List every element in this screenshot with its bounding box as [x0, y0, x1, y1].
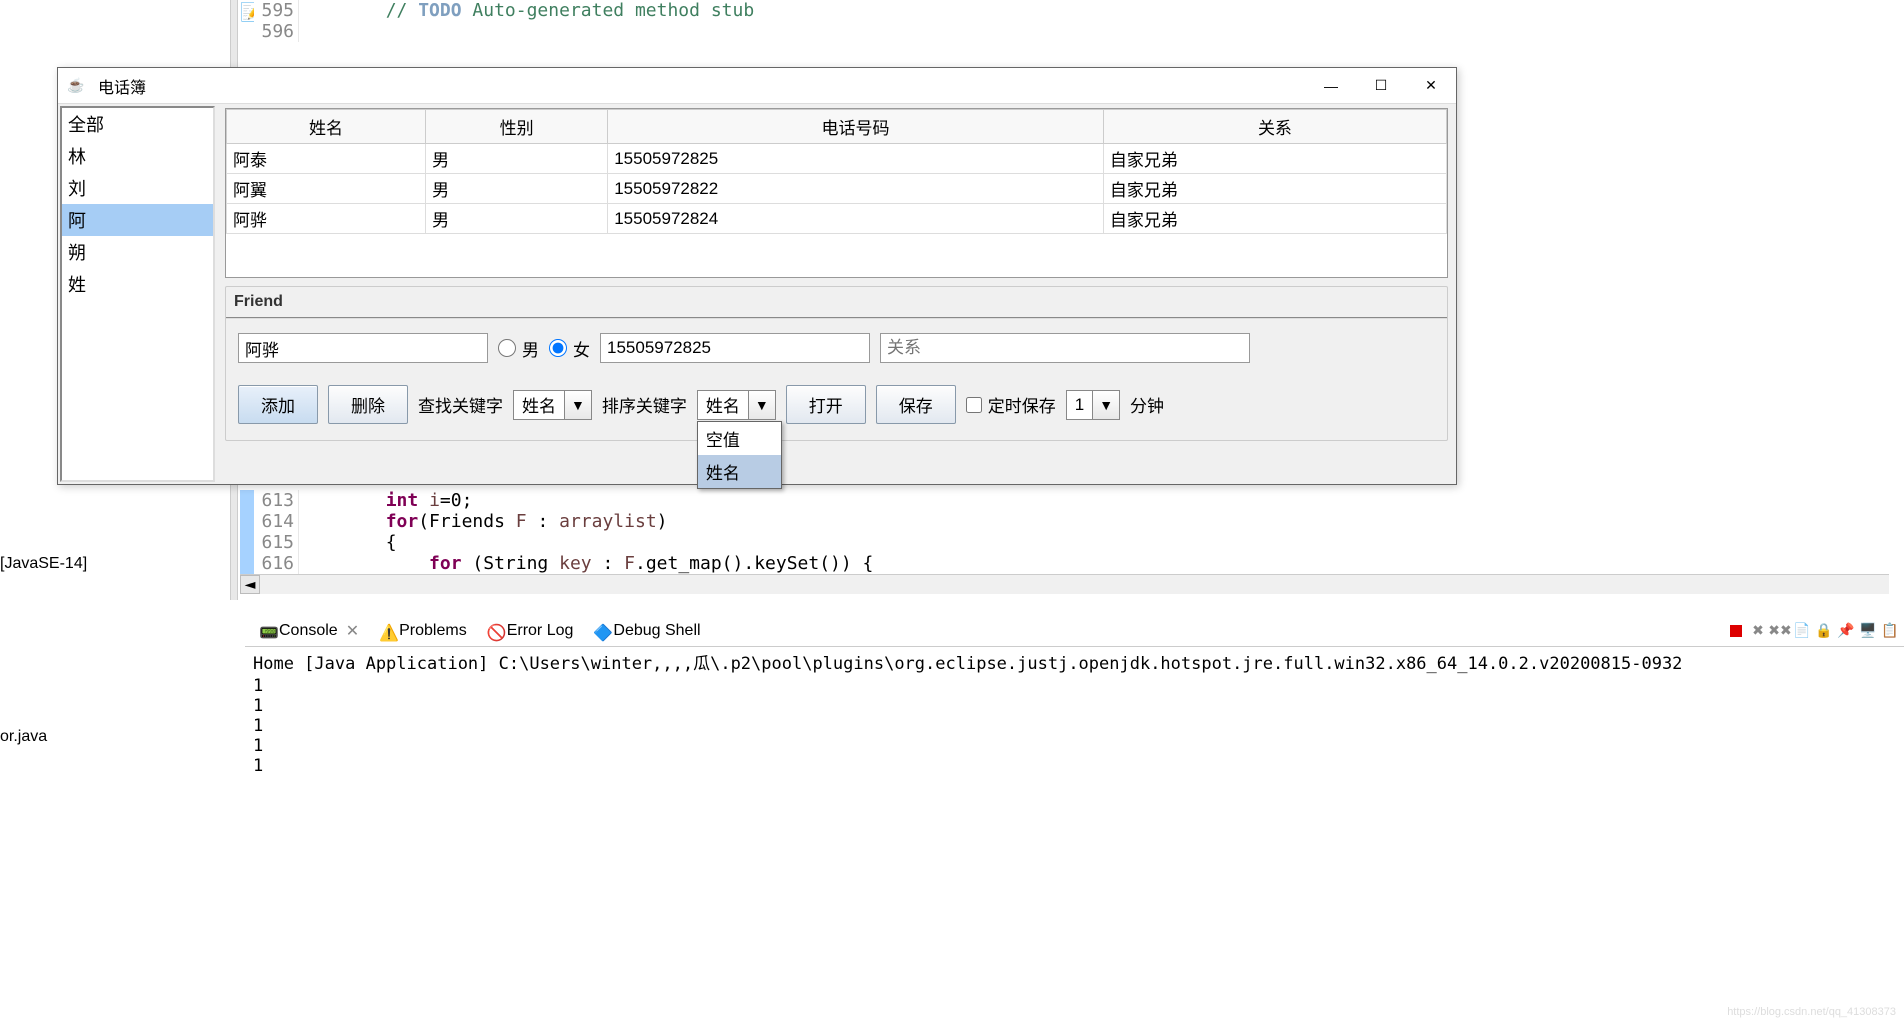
gender-female-radio[interactable] — [549, 339, 567, 357]
clear-console-icon[interactable]: 📄 — [1792, 621, 1812, 641]
col-phone[interactable]: 电话号码 — [608, 110, 1104, 144]
auto-save-label: 定时保存 — [988, 392, 1056, 417]
category-list[interactable]: 全部 林 刘 阿 朔 姓 — [60, 106, 215, 482]
watermark: https://blog.csdn.net/qq_41308373 — [1727, 1006, 1896, 1018]
minutes-combo[interactable]: 1 ▼ — [1066, 390, 1120, 420]
col-name[interactable]: 姓名 — [227, 110, 426, 144]
console-output-line: 1 — [245, 756, 1904, 776]
file-tab[interactable]: or.java — [0, 728, 47, 746]
error-log-icon: 🚫 — [487, 623, 503, 639]
search-label: 查找关键字 — [418, 392, 503, 417]
scroll-lock-icon[interactable]: 🔒 — [1814, 621, 1834, 641]
add-button[interactable]: 添加 — [238, 385, 318, 424]
line-number: 595 — [254, 0, 299, 21]
table-row[interactable]: 阿泰 男 15505972825 自家兄弟 — [227, 144, 1447, 174]
remove-all-icon[interactable]: ✖✖ — [1770, 621, 1790, 641]
phone-input[interactable] — [600, 333, 870, 363]
horizontal-scrollbar[interactable]: ◄ — [240, 574, 1889, 594]
close-button[interactable]: ✕ — [1406, 68, 1456, 104]
debug-shell-icon: 🔷 — [593, 623, 609, 639]
relation-input[interactable] — [880, 333, 1250, 363]
col-gender[interactable]: 性别 — [426, 110, 608, 144]
tree-item-jre[interactable]: [JavaSE-14] — [0, 555, 87, 573]
sidebar-item[interactable]: 朔 — [62, 236, 213, 268]
phonebook-dialog: ☕ 电话簿 — ☐ ✕ 全部 林 刘 阿 朔 姓 姓名 性别 — [57, 67, 1457, 485]
tab-problems[interactable]: ⚠️Problems — [369, 618, 477, 644]
pin-console-icon[interactable]: 📌 — [1836, 621, 1856, 641]
sort-dropdown: 空值 姓名 — [697, 421, 782, 489]
app-icon: ☕ — [66, 76, 86, 96]
name-input[interactable] — [238, 333, 488, 363]
close-icon[interactable]: ✕ — [346, 621, 359, 641]
col-relation[interactable]: 关系 — [1103, 110, 1446, 144]
dropdown-item-name[interactable]: 姓名 — [698, 455, 781, 488]
display-selected-icon[interactable]: 🖥️ — [1858, 621, 1878, 641]
tab-console[interactable]: 📟Console✕ — [249, 617, 369, 645]
maximize-button[interactable]: ☐ — [1356, 68, 1406, 104]
contacts-table[interactable]: 姓名 性别 电话号码 关系 阿泰 男 15505972825 自家兄弟 — [226, 109, 1447, 234]
minutes-label: 分钟 — [1130, 392, 1164, 417]
scroll-left-button[interactable]: ◄ — [240, 575, 260, 594]
line-number: 596 — [254, 21, 299, 42]
line-number: 615 — [254, 532, 299, 553]
open-console-icon[interactable]: 📋 — [1880, 621, 1900, 641]
tab-error-log[interactable]: 🚫Error Log — [477, 618, 584, 644]
minimize-button[interactable]: — — [1306, 68, 1356, 104]
window-title: 电话簿 — [94, 74, 1306, 98]
console-output-line: 1 — [245, 696, 1904, 716]
sort-combo[interactable]: 姓名 ▼ 空值 姓名 — [697, 390, 776, 420]
launch-config-text: Home [Java Application] C:\Users\winter,… — [245, 647, 1904, 676]
open-button[interactable]: 打开 — [786, 385, 866, 424]
console-panel: 📟Console✕ ⚠️Problems 🚫Error Log 🔷Debug S… — [245, 615, 1904, 776]
remove-launch-icon[interactable]: ✖ — [1748, 621, 1768, 641]
save-button[interactable]: 保存 — [876, 385, 956, 424]
tab-debug-shell[interactable]: 🔷Debug Shell — [583, 618, 710, 644]
auto-save-checkbox[interactable] — [966, 397, 982, 413]
console-icon: 📟 — [259, 623, 275, 639]
chevron-down-icon[interactable]: ▼ — [1092, 391, 1119, 419]
terminate-icon[interactable] — [1726, 621, 1746, 641]
table-row[interactable]: 阿骅 男 15505972824 自家兄弟 — [227, 204, 1447, 234]
code-editor[interactable]: 📝595 // TODO Auto-generated method stub … — [240, 0, 1904, 42]
sidebar-item[interactable]: 阿 — [62, 204, 213, 236]
sidebar-item[interactable]: 姓 — [62, 268, 213, 300]
console-output-line: 1 — [245, 716, 1904, 736]
code-editor-lower[interactable]: 613 int i=0; 614 for(Friends F : arrayli… — [240, 490, 1889, 594]
friend-panel: Friend 男 女 添加 删除 查找关键字 姓名 ▼ 排序关键字 — [225, 286, 1448, 441]
line-number: 616 — [254, 553, 299, 574]
dropdown-item-empty[interactable]: 空值 — [698, 422, 781, 455]
sort-label: 排序关键字 — [602, 392, 687, 417]
sidebar-item-all[interactable]: 全部 — [62, 108, 213, 140]
console-output-line: 1 — [245, 736, 1904, 756]
chevron-down-icon[interactable]: ▼ — [748, 391, 775, 419]
search-combo[interactable]: 姓名 ▼ — [513, 390, 592, 420]
problems-icon: ⚠️ — [379, 623, 395, 639]
sidebar-item[interactable]: 刘 — [62, 172, 213, 204]
table-row[interactable]: 阿翼 男 15505972822 自家兄弟 — [227, 174, 1447, 204]
friend-panel-title: Friend — [226, 287, 1447, 319]
titlebar[interactable]: ☕ 电话簿 — ☐ ✕ — [58, 68, 1456, 104]
delete-button[interactable]: 删除 — [328, 385, 408, 424]
console-output-line: 1 — [245, 676, 1904, 696]
gender-male-radio[interactable] — [498, 339, 516, 357]
line-number: 614 — [254, 511, 299, 532]
sidebar-item[interactable]: 林 — [62, 140, 213, 172]
chevron-down-icon[interactable]: ▼ — [564, 391, 591, 419]
line-number: 613 — [254, 490, 299, 511]
